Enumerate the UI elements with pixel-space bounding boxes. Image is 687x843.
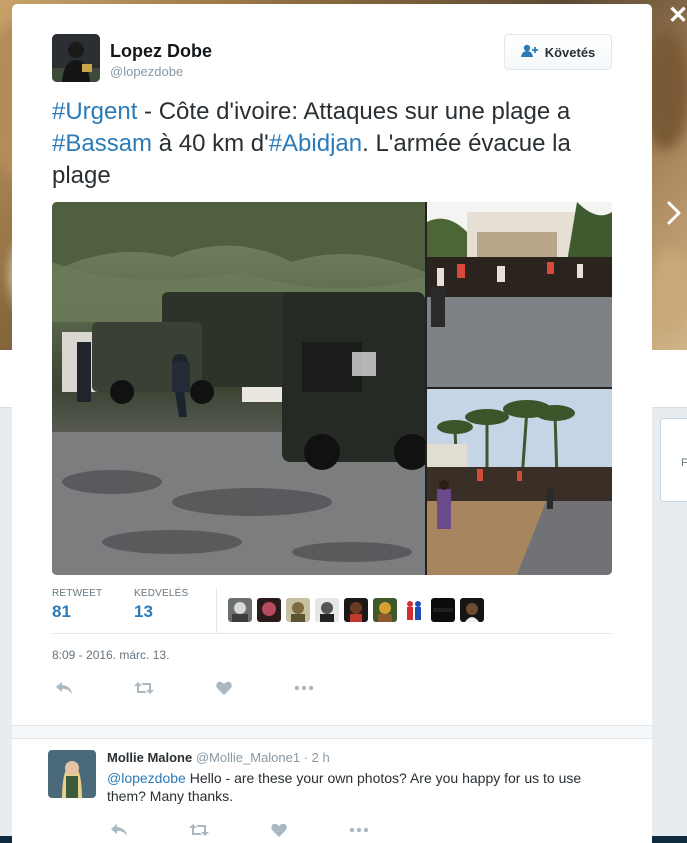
reply-author-avatar[interactable]: [48, 750, 96, 798]
reply-icon[interactable]: [107, 818, 131, 842]
liker-avatar[interactable]: [344, 598, 368, 622]
reply-actions: [107, 818, 407, 838]
retweet-icon[interactable]: [132, 676, 156, 700]
follow-button-label: Követés: [544, 44, 596, 60]
follow-button[interactable]: Követés: [504, 34, 612, 70]
liker-avatar[interactable]: [286, 598, 310, 622]
reply-icon[interactable]: [52, 676, 76, 700]
like-icon[interactable]: [212, 676, 236, 700]
tweet-text-part: - Côte d'ivoire: Attaques sur une plage …: [137, 98, 571, 125]
retweet-stat-label: RETWEET: [52, 588, 103, 599]
tweet-media-grid: [52, 202, 612, 575]
photo-military-vehicles[interactable]: [52, 202, 425, 575]
liker-avatar[interactable]: [315, 598, 339, 622]
reply-author-handle[interactable]: @Mollie_Malone1: [196, 750, 300, 765]
liker-avatar[interactable]: [431, 598, 455, 622]
reply-mention[interactable]: @lopezdobe: [107, 770, 186, 786]
like-stat-label: KEDVELÉS: [134, 588, 189, 599]
retweet-icon[interactable]: [187, 818, 211, 842]
background-card-text: F: [681, 457, 687, 469]
hashtag-urgent[interactable]: #Urgent: [52, 98, 137, 125]
more-icon[interactable]: [292, 676, 316, 700]
liker-avatars: [228, 598, 484, 622]
tweet-header: Lopez Dobe @lopezdobe Követés: [52, 34, 612, 84]
replies-divider: [12, 725, 652, 739]
stats-divider: [216, 588, 217, 634]
reply-tweet[interactable]: Mollie Malone @Mollie_Malone1 · 2 h @lop…: [48, 748, 628, 843]
tweet-text: #Urgent - Côte d'ivoire: Attaques sur un…: [52, 96, 624, 192]
reply-header: Mollie Malone @Mollie_Malone1 · 2 h: [107, 750, 330, 765]
tweet-text-part: à 40 km d': [152, 130, 269, 157]
follow-user-icon: [520, 44, 539, 61]
like-stat[interactable]: KEDVELÉS 13: [134, 588, 188, 622]
like-count[interactable]: 13: [134, 602, 188, 622]
author-handle[interactable]: @lopezdobe: [110, 64, 183, 79]
hashtag-abidjan[interactable]: #Abidjan: [269, 130, 362, 157]
reply-text: @lopezdobe Hello - are these your own ph…: [107, 769, 587, 805]
hashtag-bassam[interactable]: #Bassam: [52, 130, 152, 157]
author-avatar[interactable]: [52, 34, 100, 82]
retweet-count[interactable]: 81: [52, 602, 102, 622]
like-icon[interactable]: [267, 818, 291, 842]
background-card: F: [660, 418, 687, 502]
liker-avatar[interactable]: [373, 598, 397, 622]
liker-avatar[interactable]: [402, 598, 426, 622]
reply-author-name[interactable]: Mollie Malone: [107, 750, 192, 765]
reply-time[interactable]: · 2 h: [300, 750, 330, 765]
next-arrow-icon[interactable]: [664, 198, 684, 228]
tweet-modal: Lopez Dobe @lopezdobe Követés #Urgent - …: [12, 4, 652, 843]
liker-avatar[interactable]: [257, 598, 281, 622]
more-icon[interactable]: [347, 818, 371, 842]
tweet-stats: RETWEET 81 KEDVELÉS 13: [52, 588, 612, 634]
tweet-timestamp[interactable]: 8:09 - 2016. márc. 13.: [52, 648, 169, 662]
photo-crowd-road[interactable]: [427, 202, 612, 387]
retweet-stat[interactable]: RETWEET 81: [52, 588, 102, 622]
close-icon[interactable]: ✕: [668, 4, 687, 28]
liker-avatar[interactable]: [460, 598, 484, 622]
photo-beach-street[interactable]: [427, 389, 612, 575]
tweet-actions: [52, 676, 352, 700]
liker-avatar[interactable]: [228, 598, 252, 622]
author-name[interactable]: Lopez Dobe: [110, 41, 212, 62]
